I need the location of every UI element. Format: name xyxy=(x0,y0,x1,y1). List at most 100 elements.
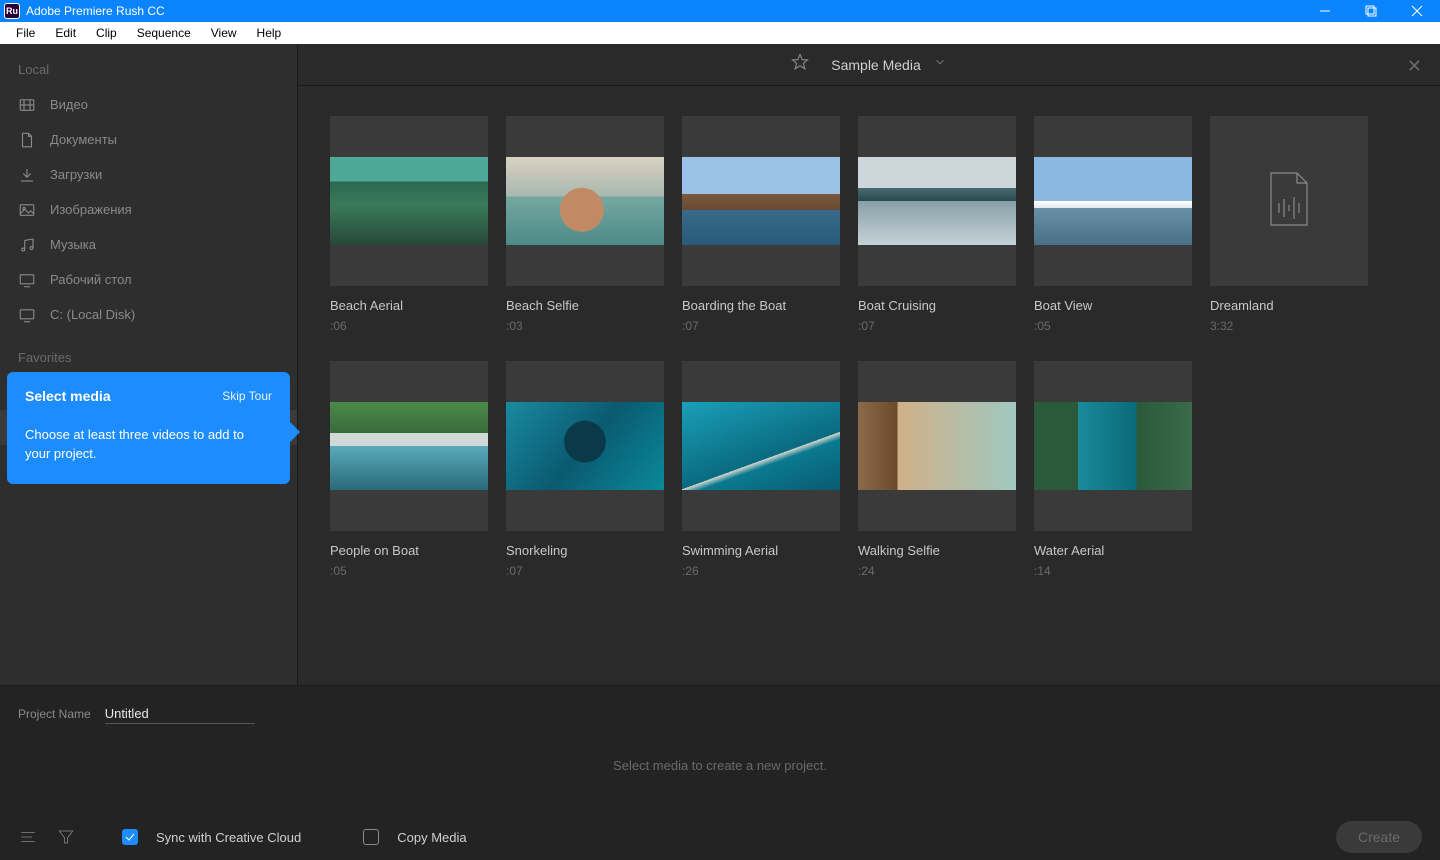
sidebar-item-label: Рабочий стол xyxy=(50,272,132,287)
thumbnail-image xyxy=(858,402,1016,490)
close-button[interactable] xyxy=(1394,0,1440,22)
thumbnail-image xyxy=(682,402,840,490)
sidebar-item-документы[interactable]: Документы xyxy=(0,122,297,157)
sync-checkbox[interactable] xyxy=(122,829,138,845)
video-icon xyxy=(18,96,36,114)
project-name-input[interactable] xyxy=(105,704,255,724)
menu-edit[interactable]: Edit xyxy=(45,23,86,43)
skip-tour-link[interactable]: Skip Tour xyxy=(222,389,272,403)
copy-media-checkbox[interactable] xyxy=(363,829,379,845)
media-card[interactable]: Swimming Aerial :26 xyxy=(682,361,840,578)
sidebar-item-label: Изображения xyxy=(50,202,132,217)
sidebar-item-label: Документы xyxy=(50,132,117,147)
sidebar-item-видео[interactable]: Видео xyxy=(0,87,297,122)
music-icon xyxy=(18,236,36,254)
media-title: Dreamland xyxy=(1210,298,1368,313)
maximize-button[interactable] xyxy=(1348,0,1394,22)
download-icon xyxy=(18,166,36,184)
minimize-button[interactable] xyxy=(1302,0,1348,22)
chevron-down-icon[interactable] xyxy=(933,55,947,74)
media-thumbnail[interactable] xyxy=(682,116,840,286)
media-title: Walking Selfie xyxy=(858,543,1016,558)
sidebar-item-загрузки[interactable]: Загрузки xyxy=(0,157,297,192)
media-title: Snorkeling xyxy=(506,543,664,558)
media-duration: :05 xyxy=(1034,319,1192,333)
media-thumbnail[interactable] xyxy=(506,361,664,531)
media-thumbnail[interactable] xyxy=(330,361,488,531)
media-thumbnail[interactable] xyxy=(858,361,1016,531)
thumbnail-image xyxy=(330,157,488,245)
media-card[interactable]: Walking Selfie :24 xyxy=(858,361,1016,578)
image-icon xyxy=(18,201,36,219)
media-folder-title[interactable]: Sample Media xyxy=(831,57,921,73)
sidebar-item-c-local-disk-[interactable]: C: (Local Disk) xyxy=(0,297,297,332)
media-card[interactable]: Snorkeling :07 xyxy=(506,361,664,578)
media-duration: :07 xyxy=(506,564,664,578)
media-thumbnail[interactable] xyxy=(330,116,488,286)
titlebar: Ru Adobe Premiere Rush CC xyxy=(0,0,1440,22)
thumbnail-image xyxy=(682,157,840,245)
media-duration: :05 xyxy=(330,564,488,578)
media-duration: 3:32 xyxy=(1210,319,1368,333)
close-panel-button[interactable]: ✕ xyxy=(1407,56,1422,77)
menu-view[interactable]: View xyxy=(201,23,247,43)
thumbnail-image xyxy=(330,402,488,490)
media-card[interactable]: People on Boat :05 xyxy=(330,361,488,578)
media-thumbnail[interactable] xyxy=(682,361,840,531)
list-view-icon[interactable] xyxy=(18,827,38,847)
media-browser-header: Sample Media ✕ xyxy=(298,44,1440,86)
media-card[interactable]: Water Aerial :14 xyxy=(1034,361,1192,578)
menu-clip[interactable]: Clip xyxy=(86,23,127,43)
media-duration: :14 xyxy=(1034,564,1192,578)
sidebar-item-музыка[interactable]: Музыка xyxy=(0,227,297,262)
media-duration: :07 xyxy=(858,319,1016,333)
thumbnail-image xyxy=(1034,402,1192,490)
menu-help[interactable]: Help xyxy=(247,23,292,43)
media-duration: :03 xyxy=(506,319,664,333)
document-icon xyxy=(18,131,36,149)
audio-file-icon xyxy=(1261,171,1317,232)
sidebar-item-изображения[interactable]: Изображения xyxy=(0,192,297,227)
media-card[interactable]: Boarding the Boat :07 xyxy=(682,116,840,333)
app-icon: Ru xyxy=(4,3,20,19)
media-thumbnail[interactable] xyxy=(506,116,664,286)
thumbnail-image xyxy=(1034,157,1192,245)
sidebar-item-рабочий-стол[interactable]: Рабочий стол xyxy=(0,262,297,297)
menu-file[interactable]: File xyxy=(6,23,45,43)
media-title: Boat Cruising xyxy=(858,298,1016,313)
monitor-icon xyxy=(18,306,36,324)
menubar: File Edit Clip Sequence View Help xyxy=(0,22,1440,44)
media-duration: :06 xyxy=(330,319,488,333)
app-title: Adobe Premiere Rush CC xyxy=(26,4,165,18)
media-thumbnail[interactable] xyxy=(858,116,1016,286)
menu-sequence[interactable]: Sequence xyxy=(127,23,201,43)
media-title: Boarding the Boat xyxy=(682,298,840,313)
media-duration: :26 xyxy=(682,564,840,578)
monitor-icon xyxy=(18,271,36,289)
media-title: Water Aerial xyxy=(1034,543,1192,558)
media-thumbnail[interactable] xyxy=(1034,116,1192,286)
media-grid[interactable]: Beach Aerial :06 Beach Selfie :03 Boardi… xyxy=(298,86,1440,685)
filter-icon[interactable] xyxy=(56,827,76,847)
media-card[interactable]: Beach Selfie :03 xyxy=(506,116,664,333)
sidebar-section-local: Local xyxy=(0,62,297,87)
sync-label: Sync with Creative Cloud xyxy=(156,830,301,845)
media-thumbnail[interactable] xyxy=(1034,361,1192,531)
media-browser: Sample Media ✕ Beach Aerial :06 Beach Se… xyxy=(298,44,1440,685)
project-name-label: Project Name xyxy=(18,707,91,721)
media-title: People on Boat xyxy=(330,543,488,558)
media-card[interactable]: Boat Cruising :07 xyxy=(858,116,1016,333)
sidebar-item-label: Музыка xyxy=(50,237,96,252)
media-card[interactable]: Beach Aerial :06 xyxy=(330,116,488,333)
media-title: Beach Aerial xyxy=(330,298,488,313)
media-card[interactable]: Boat View :05 xyxy=(1034,116,1192,333)
create-button[interactable]: Create xyxy=(1336,821,1422,853)
tooltip-body: Choose at least three videos to add to y… xyxy=(25,426,272,464)
copy-media-label: Copy Media xyxy=(397,830,466,845)
media-thumbnail[interactable] xyxy=(1210,116,1368,286)
sidebar-item-label: C: (Local Disk) xyxy=(50,307,135,322)
sidebar-item-label: Загрузки xyxy=(50,167,102,182)
thumbnail-image xyxy=(506,402,664,490)
favorite-star-icon[interactable] xyxy=(791,53,809,76)
media-card[interactable]: Dreamland 3:32 xyxy=(1210,116,1368,333)
